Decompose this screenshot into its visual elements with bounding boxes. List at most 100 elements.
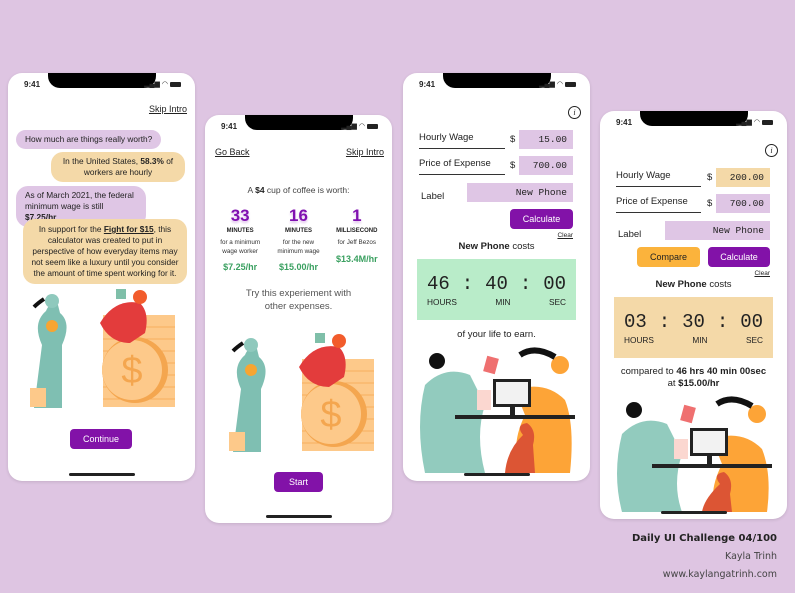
currency-symbol: $ bbox=[707, 172, 713, 183]
battery-icon bbox=[762, 119, 773, 125]
home-indicator bbox=[463, 473, 530, 476]
timer-separator: : bbox=[716, 310, 729, 333]
stat-minimum-wage: 33 MINUTES for a minimum wage worker $7.… bbox=[213, 206, 268, 272]
timer-digits: 46:40:00 bbox=[417, 273, 576, 295]
stat-unit: MINUTES bbox=[226, 228, 254, 234]
price-of-expense-input[interactable]: 700.00 bbox=[519, 156, 573, 175]
coffee-headline: A $4 cup of coffee is worth: bbox=[205, 185, 392, 195]
timer-separator: : bbox=[461, 272, 474, 295]
home-indicator bbox=[660, 511, 727, 514]
stat-jeff-bezos: 1 MILLISECOND for Jeff Bezos $13.4M/hr bbox=[329, 206, 384, 272]
compare-text: compared to bbox=[620, 366, 677, 377]
stats-row: 33 MINUTES for a minimum wage worker $7.… bbox=[205, 206, 392, 272]
credit-author: Kayla Trinh bbox=[725, 551, 777, 562]
stat-new-minimum-wage: 16 MINUTES for the new minimum wage $15.… bbox=[271, 206, 326, 272]
notch bbox=[244, 115, 353, 130]
timer-minutes: 40 bbox=[485, 272, 508, 295]
calculate-button[interactable]: Calculate bbox=[510, 209, 573, 229]
timer-seconds: 00 bbox=[740, 310, 763, 333]
signal-icon: ▂▄▆ bbox=[736, 119, 752, 126]
notch bbox=[47, 73, 156, 88]
stat-desc: for Jeff Bezos bbox=[337, 239, 376, 246]
timer-hours: 46 bbox=[427, 272, 450, 295]
info-icon[interactable]: i bbox=[765, 144, 778, 157]
go-back-link[interactable]: Go Back bbox=[215, 147, 250, 157]
bubble-text: In support for the bbox=[38, 224, 104, 234]
bubble-text: In the United States, bbox=[62, 156, 141, 166]
headline-text: cup of coffee is worth: bbox=[264, 185, 350, 195]
battery-icon bbox=[367, 123, 378, 129]
hourly-wage-label: Hourly Wage bbox=[616, 170, 701, 187]
wifi-icon: ◠ bbox=[161, 81, 168, 88]
home-indicator bbox=[265, 515, 332, 518]
price-of-expense-input[interactable]: 700.00 bbox=[716, 194, 770, 213]
stat-rate: $15.00/hr bbox=[278, 262, 318, 272]
chat-bubble: How much are things really worth? bbox=[16, 130, 162, 149]
try-text: Try this experiement with other expenses… bbox=[245, 288, 352, 312]
info-icon[interactable]: i bbox=[568, 106, 581, 119]
timer-units: HOURS MIN SEC bbox=[614, 335, 773, 345]
compare-button[interactable]: Compare bbox=[637, 247, 700, 267]
label-field-label: Label bbox=[421, 191, 445, 202]
phone-screen-coffee: 9:41 ▂▄▆ ◠ Go Back Skip Intro A $4 cup of… bbox=[205, 115, 392, 523]
comparison-text: compared to 46 hrs 40 min 00sec at $15.0… bbox=[600, 366, 787, 390]
stat-rate: $13.4M/hr bbox=[336, 253, 378, 264]
stat-value: 1 bbox=[352, 206, 362, 225]
label-input[interactable]: New Phone bbox=[665, 221, 770, 240]
clear-link[interactable]: Clear bbox=[754, 270, 770, 277]
price-of-expense-label: Price of Expense bbox=[419, 158, 505, 175]
skip-intro-link[interactable]: Skip Intro bbox=[149, 104, 187, 114]
compare-text: at bbox=[667, 378, 679, 389]
status-time: 9:41 bbox=[24, 80, 41, 89]
bubble-text: As of March 2021, the federal minimum wa… bbox=[25, 190, 134, 211]
status-time: 9:41 bbox=[221, 122, 238, 131]
timer-hours: 03 bbox=[624, 310, 647, 333]
skip-intro-link[interactable]: Skip Intro bbox=[346, 147, 384, 157]
timer-digits: 03:30:00 bbox=[614, 311, 773, 333]
result-heading: New Phone costs bbox=[600, 279, 787, 290]
illustration-coins: $ bbox=[219, 327, 384, 452]
signal-icon: ▂▄▆ bbox=[341, 123, 357, 130]
currency-symbol: $ bbox=[510, 134, 516, 145]
label-input[interactable]: New Phone bbox=[467, 183, 573, 202]
stat-desc: for the new minimum wage bbox=[277, 239, 320, 255]
label-field-label: Label bbox=[618, 229, 642, 240]
start-button[interactable]: Start bbox=[274, 472, 323, 492]
currency-symbol: $ bbox=[510, 160, 516, 171]
calculate-button[interactable]: Calculate bbox=[708, 247, 770, 267]
wifi-icon: ◠ bbox=[358, 123, 365, 130]
hourly-wage-input[interactable]: 15.00 bbox=[519, 130, 573, 149]
timer-separator: : bbox=[658, 310, 671, 333]
chat-bubble: In support for the Fight for $15, this c… bbox=[23, 219, 187, 284]
wifi-icon: ◠ bbox=[753, 119, 760, 126]
phone-screen-calculator: 9:41 ▂▄▆ ◠ i Hourly Wage $ 15.00 Price of… bbox=[403, 73, 590, 481]
result-label: New Phone bbox=[458, 241, 510, 252]
time-cost-display: 03:30:00 HOURS MIN SEC bbox=[614, 297, 773, 358]
home-indicator bbox=[68, 473, 135, 476]
bubble-bold: 58.3% bbox=[140, 156, 164, 166]
status-time: 9:41 bbox=[419, 80, 436, 89]
phone-screen-compare: 9:41 ▂▄▆ ◠ i Hourly Wage $ 200.00 Price o… bbox=[600, 111, 787, 519]
headline-text: A bbox=[247, 185, 256, 195]
price-of-expense-label: Price of Expense bbox=[616, 196, 701, 213]
compare-time: 46 hrs 40 min 00sec bbox=[676, 366, 767, 377]
result-label: New Phone bbox=[655, 279, 707, 290]
hourly-wage-input[interactable]: 200.00 bbox=[716, 168, 770, 187]
min-label: MIN bbox=[495, 296, 511, 307]
stat-value: 33 bbox=[230, 206, 250, 225]
sec-label: SEC bbox=[548, 296, 566, 307]
time-cost-display: 46:40:00 HOURS MIN SEC bbox=[417, 259, 576, 320]
min-label: MIN bbox=[692, 334, 708, 345]
clear-link[interactable]: Clear bbox=[557, 232, 573, 239]
fight-for-15-link[interactable]: Fight for $15 bbox=[104, 224, 154, 234]
sec-label: SEC bbox=[745, 334, 763, 345]
notch bbox=[442, 73, 551, 88]
timer-minutes: 30 bbox=[682, 310, 705, 333]
timer-seconds: 00 bbox=[543, 272, 566, 295]
credit-website: www.kaylangatrinh.com bbox=[662, 569, 777, 580]
status-icons: ▂▄▆ ◠ bbox=[736, 118, 773, 126]
phone-screen-intro: 9:41 ▂▄▆ ◠ Skip Intro How much are things… bbox=[8, 73, 195, 481]
continue-button[interactable]: Continue bbox=[70, 429, 132, 449]
svg-text:$: $ bbox=[121, 350, 142, 392]
result-footer: of your life to earn. bbox=[457, 329, 536, 340]
